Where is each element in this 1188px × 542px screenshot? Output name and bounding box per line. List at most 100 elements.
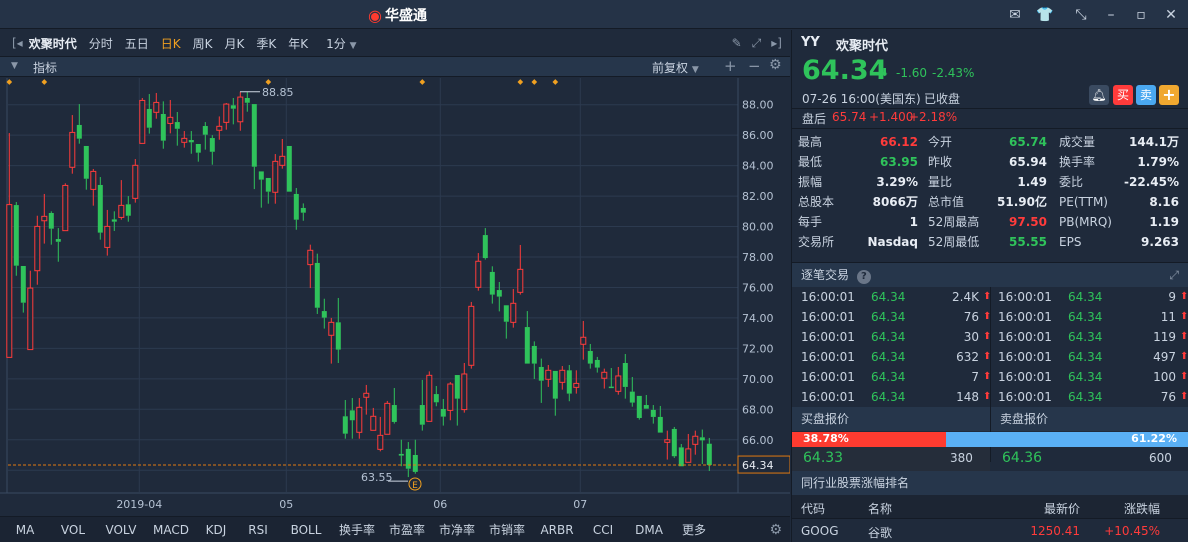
indicator-tab[interactable]: MA xyxy=(0,523,50,537)
shirt-icon[interactable]: 👕 xyxy=(1036,6,1054,24)
tick-time: 16:00:01 xyxy=(998,290,1052,304)
down-arrow-icon: ⬇ xyxy=(880,66,890,79)
buy-button[interactable]: 买 xyxy=(1113,85,1133,105)
candle-body xyxy=(608,386,614,389)
candle-body xyxy=(244,97,250,103)
expand-icon[interactable]: ⤢ xyxy=(1169,263,1179,287)
collapse-left-icon[interactable]: [◂ xyxy=(12,36,23,50)
minute-dropdown[interactable]: 1分 ▼ xyxy=(326,35,356,52)
candlestick-chart[interactable]: 88.00 86.00 84.00 82.00 80.00 78.00 76.00 74.00… xyxy=(0,78,790,516)
indicator-tab[interactable]: DMA xyxy=(624,523,674,537)
tab-period-day[interactable]: 日K xyxy=(161,35,181,52)
stat-value: 1.49 xyxy=(1017,175,1047,189)
indicator-tab[interactable]: BOLL xyxy=(280,523,332,537)
gear-icon[interactable]: ⚙ xyxy=(769,522,782,538)
minus-icon[interactable]: − xyxy=(748,57,761,75)
indicator-tab[interactable]: VOL xyxy=(50,523,96,537)
indicator-tab[interactable]: RSI xyxy=(236,523,280,537)
candle-body xyxy=(230,105,236,109)
peer-price: 1250.41 xyxy=(1030,524,1080,538)
candle-body xyxy=(678,447,684,467)
candle-body xyxy=(335,322,341,350)
indicator-tab[interactable]: 换手率 xyxy=(332,521,382,538)
candle-body xyxy=(657,416,663,433)
plus-icon[interactable]: + xyxy=(724,57,737,75)
candle-body xyxy=(461,373,468,411)
candle-body xyxy=(251,104,257,167)
sell-button[interactable]: 卖 xyxy=(1136,85,1156,105)
shrink-icon[interactable]: ⤡ xyxy=(1072,6,1090,24)
candle-body xyxy=(328,321,335,336)
close-icon[interactable]: ✕ xyxy=(1162,6,1180,24)
help-icon[interactable]: ? xyxy=(856,270,871,284)
candle-body xyxy=(664,439,671,443)
tab-period-month[interactable]: 月K xyxy=(225,35,245,52)
adjust-dropdown[interactable]: 前复权 ▼ xyxy=(652,59,699,76)
add-watchlist-button[interactable]: + xyxy=(1159,85,1179,105)
indicator-tab[interactable]: VOLV xyxy=(96,523,146,537)
candle-body xyxy=(202,126,208,135)
y-tick-label: 74.00 xyxy=(742,312,774,325)
indicator-tab[interactable]: MACD xyxy=(146,523,196,537)
candle-body xyxy=(531,345,537,364)
stat-label: PE(TTM) xyxy=(1059,195,1108,209)
collapse-right-icon[interactable]: ▸] xyxy=(771,36,782,50)
candle-body xyxy=(440,408,446,417)
tick-volume: 632 xyxy=(956,350,979,364)
ticks-title: 逐笔交易 xyxy=(801,268,850,282)
indicator-tab[interactable]: 市净率 xyxy=(432,521,482,538)
indicator-tabs: MA VOL VOLV MACD KDJ RSI BOLL 换手率 市盈率 市净率 市销率 ARBR C… xyxy=(0,516,790,542)
tab-period-fenshi[interactable]: 分时 xyxy=(89,35,113,52)
tick-price: 64.34 xyxy=(1068,350,1103,364)
gear-icon[interactable]: ⚙ xyxy=(769,57,782,73)
candle-body xyxy=(167,116,174,124)
indicator-tab[interactable]: ARBR xyxy=(532,523,582,537)
alert-bell-button[interactable]: 🔔︎ xyxy=(1089,85,1109,105)
indicator-tab[interactable]: KDJ xyxy=(196,523,236,537)
ask-header: 卖盘报价 xyxy=(991,407,1188,431)
company-name: 欢聚时代 xyxy=(836,39,889,54)
maximize-icon[interactable]: ▫ xyxy=(1132,6,1150,24)
chart-background xyxy=(0,78,790,516)
stat-label: 最高 xyxy=(798,135,823,149)
candle-body xyxy=(384,402,391,435)
after-hours-label: 盘后 xyxy=(802,112,827,126)
indicator-tab[interactable]: CCI xyxy=(582,523,624,537)
tab-period-5day[interactable]: 五日 xyxy=(125,35,149,52)
col-change: 涨跌幅 xyxy=(1123,502,1160,516)
candle-body xyxy=(55,239,61,242)
candle-body xyxy=(594,359,600,368)
y-tick-label: 82.00 xyxy=(742,190,774,203)
candle-body xyxy=(482,235,488,259)
tick-price: 64.34 xyxy=(1068,330,1103,344)
tick-volume: 497 xyxy=(1153,350,1176,364)
stat-label: 量比 xyxy=(928,175,953,189)
indicator-label[interactable]: 指标 xyxy=(33,59,57,76)
tab-period-year[interactable]: 年K xyxy=(288,35,308,52)
tab-period-quarter[interactable]: 季K xyxy=(256,35,276,52)
peer-change: +10.45% xyxy=(1104,524,1160,538)
candle-body xyxy=(188,140,194,143)
fullscreen-icon[interactable]: ⤢ xyxy=(752,36,762,51)
indicator-tab[interactable]: 市销率 xyxy=(482,521,532,538)
app-title: 华盛通 xyxy=(384,8,427,24)
pencil-icon[interactable]: ✎ xyxy=(732,36,742,50)
mail-icon[interactable]: ✉ xyxy=(1006,6,1024,24)
candle-body xyxy=(468,305,475,366)
candle-body xyxy=(6,204,13,358)
tab-period-week[interactable]: 周K xyxy=(193,35,213,52)
stat-label: 总股本 xyxy=(798,195,835,209)
peers-table-row[interactable]: GOOG 谷歌 1250.41 +10.45% xyxy=(792,520,1188,542)
candle-body xyxy=(559,369,566,383)
stat-value: 63.95 xyxy=(880,155,918,169)
tick-volume: 7 xyxy=(971,370,979,384)
stat-label: 52周最高 xyxy=(928,215,980,229)
minimize-icon[interactable]: – xyxy=(1102,6,1120,24)
stat-label: 成交量 xyxy=(1059,135,1096,149)
stat-value: 1.19 xyxy=(1149,215,1179,229)
candle-body xyxy=(692,435,699,445)
indicator-tab[interactable]: 更多 xyxy=(674,521,714,538)
caret-down-icon[interactable]: ▼ xyxy=(11,61,18,71)
indicator-tab[interactable]: 市盈率 xyxy=(382,521,432,538)
candle-body xyxy=(181,137,188,143)
